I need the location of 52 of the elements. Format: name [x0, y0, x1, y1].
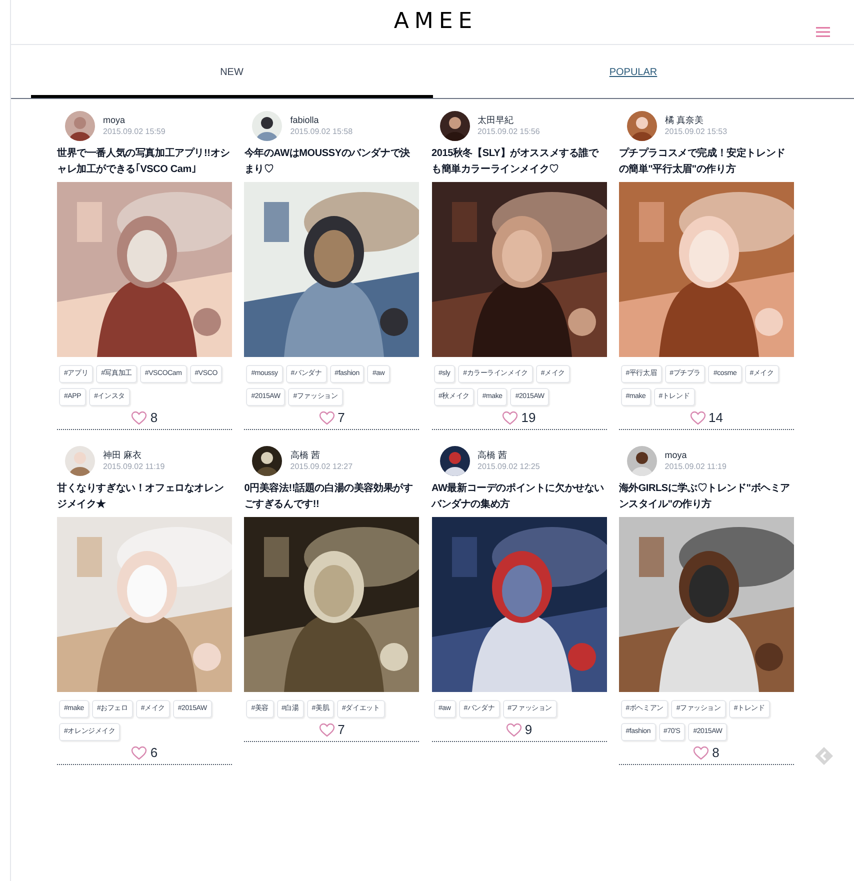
menu-icon[interactable] [816, 27, 830, 37]
avatar-icon[interactable] [65, 111, 95, 141]
article-title[interactable]: 0円美容法!!話題の白湯の美容効果がすごすぎるんです!! [244, 481, 420, 513]
avatar-icon[interactable] [252, 446, 282, 476]
author-name[interactable]: 太田早紀 [478, 114, 540, 126]
heart-icon[interactable] [506, 723, 522, 737]
like-count: 7 [338, 410, 345, 426]
author-name[interactable]: 橘 真奈美 [664, 114, 728, 126]
avatar-icon[interactable] [440, 111, 470, 141]
like-count: 14 [708, 410, 723, 426]
heart-icon[interactable] [131, 411, 148, 425]
article-title[interactable]: 今年のAWはMOUSSYのバンダナで決まり♡ [244, 146, 420, 178]
heart-icon[interactable] [318, 723, 335, 737]
author-name[interactable]: 高橋 茜 [478, 449, 540, 461]
arrow-icon[interactable] [814, 746, 834, 766]
heart-icon[interactable] [131, 746, 148, 760]
article-title[interactable]: プチプラコスメで完成！安定トレンドの簡単"平行太眉"の作り方 [618, 146, 794, 178]
avatar-icon[interactable] [252, 111, 282, 141]
tab[interactable]: NEW [31, 45, 432, 98]
heart-icon[interactable] [502, 411, 518, 425]
article-title[interactable]: 甘くなりすぎない！オフェロなオレンジメイク★ [57, 481, 232, 513]
like-count: 9 [524, 722, 532, 738]
avatar-icon[interactable] [440, 446, 470, 476]
post-date: 2015.09.02 11:19 [103, 461, 165, 473]
heart-icon[interactable] [693, 746, 710, 760]
heart-icon[interactable] [318, 411, 335, 425]
post-date: 2015.09.02 11:19 [664, 461, 726, 473]
like-count: 8 [150, 410, 158, 426]
post-date: 2015.09.02 15:58 [290, 126, 353, 138]
logo[interactable]: AMEE [387, 11, 478, 33]
post-date: 2015.09.02 15:59 [103, 126, 166, 138]
article-title[interactable]: AW最新コーデのポイントに欠かせないバンダナの集め方 [432, 481, 606, 513]
like-count: 7 [338, 722, 345, 738]
like-count: 6 [150, 745, 158, 761]
avatar-icon[interactable] [626, 111, 657, 141]
author-name[interactable]: 神田 麻衣 [103, 449, 165, 461]
avatar-icon[interactable] [626, 446, 657, 476]
author-name[interactable]: moya [664, 449, 726, 461]
article-title[interactable]: 世界で一番人気の写真加工アプリ!!オシャレ加工ができる｢VSCO Cam｣ [57, 146, 232, 178]
tab[interactable]: POPULAR [432, 45, 834, 98]
author-name[interactable]: moya [103, 114, 166, 126]
post-date: 2015.09.02 12:27 [290, 461, 353, 473]
article-title[interactable]: 海外GIRLSに学ぶ♡トレンド"ボヘミアンスタイル"の作り方 [618, 481, 794, 513]
post-date: 2015.09.02 15:53 [664, 126, 728, 138]
author-name[interactable]: fabiolla [290, 114, 353, 126]
like-count: 19 [521, 410, 536, 426]
heart-icon[interactable] [690, 411, 706, 425]
post-date: 2015.09.02 12:25 [478, 461, 540, 473]
like-count: 8 [712, 745, 720, 761]
post-date: 2015.09.02 15:56 [478, 126, 540, 138]
article-title[interactable]: 2015秋冬【SLY】がオススメする誰でも簡単カラーラインメイク♡ [432, 146, 606, 178]
author-name[interactable]: 高橋 茜 [290, 449, 353, 461]
